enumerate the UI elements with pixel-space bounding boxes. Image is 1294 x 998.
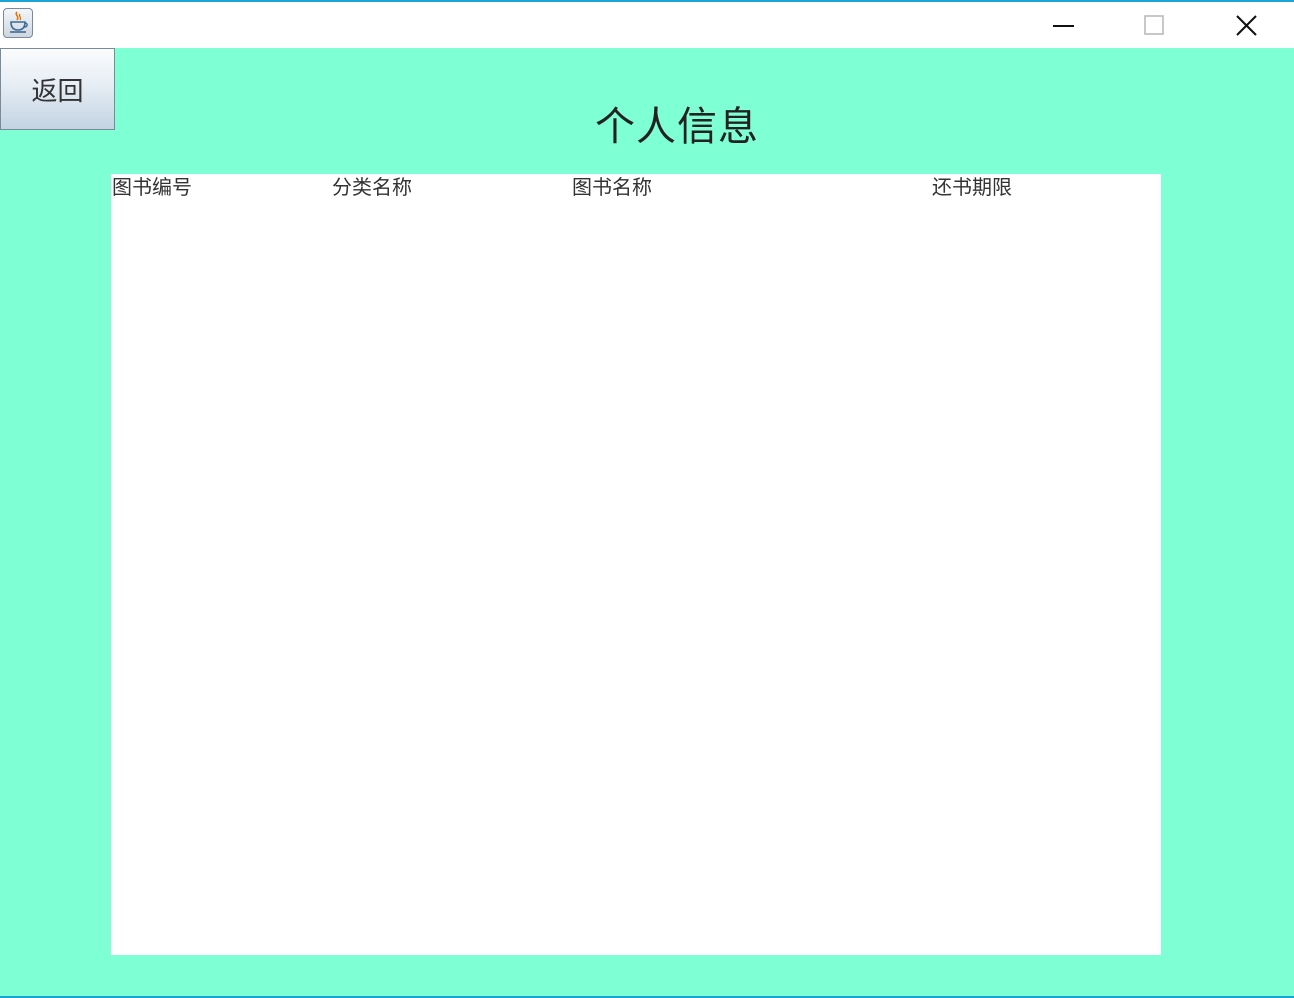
java-coffee-cup-icon[interactable]	[3, 8, 33, 38]
maximize-icon	[1144, 15, 1164, 35]
back-button[interactable]: 返回	[0, 48, 115, 130]
close-button[interactable]	[1224, 4, 1270, 48]
minimize-button[interactable]	[1040, 4, 1086, 48]
column-header-book-name[interactable]: 图书名称	[572, 174, 652, 200]
maximize-button[interactable]	[1131, 4, 1177, 48]
borrowed-books-table[interactable]: 图书编号 分类名称 图书名称 还书期限	[111, 174, 1161, 955]
main-content: 返回 个人信息 图书编号 分类名称 图书名称 还书期限	[0, 48, 1294, 996]
page-title: 个人信息	[595, 104, 759, 150]
column-header-book-id[interactable]: 图书编号	[112, 174, 192, 200]
column-header-return-deadline[interactable]: 还书期限	[932, 174, 1012, 200]
window-titlebar[interactable]	[0, 2, 1294, 48]
column-header-category-name[interactable]: 分类名称	[332, 174, 412, 200]
close-icon	[1236, 15, 1257, 36]
minimize-icon	[1053, 25, 1074, 27]
